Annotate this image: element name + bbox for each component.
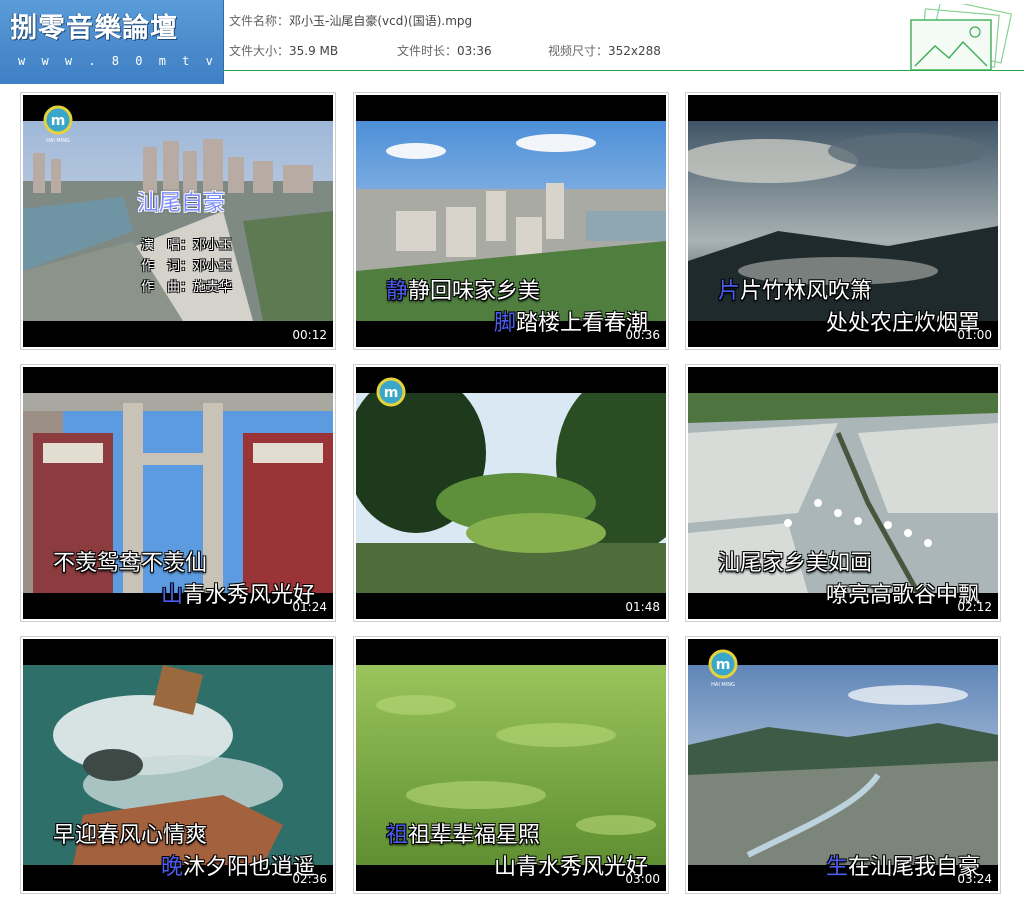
thumbnail-7[interactable]: 早迎春风心情爽 晚沐夕阳也逍遥 02:36 xyxy=(20,636,336,894)
lyric-line-1: 不羡鸳鸯不羡仙 xyxy=(53,545,207,577)
timestamp: 00:12 xyxy=(292,328,327,342)
thumbnail-frame: 早迎春风心情爽 晚沐夕阳也逍遥 02:36 xyxy=(23,639,333,891)
photo-stack-icon xyxy=(910,4,1013,71)
svg-text:m: m xyxy=(716,657,731,673)
lyric-line-1-highlight: 静 xyxy=(386,279,409,304)
lyric-line-1: 汕尾家乡美如画 xyxy=(718,545,872,577)
file-duration-value: 03:36 xyxy=(457,44,492,58)
timestamp: 03:00 xyxy=(625,872,660,886)
lyric-line-1-text: 静回味家乡美 xyxy=(408,279,541,304)
thumbnail-1[interactable]: m HAI MING 汕尾自豪 演 唱：邓小玉 作 词：邓小玉 作 曲：施贵华 … xyxy=(20,92,336,350)
thumbnail-4[interactable]: 不羡鸳鸯不羡仙 山青水秀风光好 01:24 xyxy=(20,364,336,622)
timestamp: 01:00 xyxy=(957,328,992,342)
lyric-line-2-highlight: 山 xyxy=(161,583,184,608)
timestamp: 01:48 xyxy=(625,600,660,614)
header-divider xyxy=(223,70,1024,71)
timestamp: 00:36 xyxy=(625,328,660,342)
file-dimensions-label: 视频尺寸： xyxy=(548,44,609,58)
lyric-line-2-highlight: 生 xyxy=(826,855,849,880)
file-dimensions-value: 352x288 xyxy=(608,44,661,58)
lyric-line-1-text: 不羡鸳鸯不羡仙 xyxy=(53,551,208,576)
lyric-line-1: 静静回味家乡美 xyxy=(386,273,540,305)
file-size-row: 文件大小：35.9 MB xyxy=(229,42,338,59)
file-name-value: 邓小玉-汕尾自豪(vcd)(国语).mpg xyxy=(289,14,473,28)
timestamp: 03:24 xyxy=(957,872,992,886)
channel-logo-text: HAI MING xyxy=(711,682,735,688)
thumbnail-3[interactable]: 片片竹林风吹箫 处处农庄炊烟罩 01:00 xyxy=(685,92,1001,350)
lyric-line-2-highlight: 晚 xyxy=(161,855,184,880)
thumbnail-frame: 静静回味家乡美 脚踏楼上看春潮 00:36 xyxy=(356,95,666,347)
thumbnail-frame: 不羡鸳鸯不羡仙 山青水秀风光好 01:24 xyxy=(23,367,333,619)
timestamp: 02:12 xyxy=(957,600,992,614)
channel-logo-icon: m HAI MING xyxy=(708,649,738,688)
file-name-label: 文件名称： xyxy=(229,14,290,28)
file-size-label: 文件大小： xyxy=(229,44,290,58)
thumbnail-5[interactable]: m 01:48 xyxy=(353,364,669,622)
site-logo: 捌零音樂論壇 w w w . 8 0 m t v . c o m xyxy=(0,0,312,84)
file-duration-label: 文件时长： xyxy=(397,44,458,58)
credit-composer: 作 曲：施贵华 xyxy=(141,280,233,295)
file-duration-row: 文件时长：03:36 xyxy=(397,42,492,59)
header: 捌零音樂論壇 w w w . 8 0 m t v . c o m 文件名称：邓小… xyxy=(0,0,1024,84)
lyric-line-1-highlight: 片 xyxy=(718,279,741,304)
lyric-line-1-highlight: 祖 xyxy=(386,823,409,848)
lyric-line-1: 早迎春风心情爽 xyxy=(53,817,207,849)
lyric-line-2-highlight: 脚 xyxy=(494,311,517,336)
lyric-line-1-text: 祖辈辈福星照 xyxy=(408,823,541,848)
thumbnail-image xyxy=(356,393,666,593)
thumbnail-frame: 片片竹林风吹箫 处处农庄炊烟罩 01:00 xyxy=(688,95,998,347)
thumbnail-frame: 汕尾家乡美如画 嘹亮高歌谷中飘 02:12 xyxy=(688,367,998,619)
svg-text:m: m xyxy=(384,385,399,401)
timestamp: 02:36 xyxy=(292,872,327,886)
site-logo-url: w w w . 8 0 m t v . c o m xyxy=(18,54,312,68)
thumbnail-8[interactable]: 祖祖辈辈福星照 山青水秀风光好 03:00 xyxy=(353,636,669,894)
thumbnail-2[interactable]: 静静回味家乡美 脚踏楼上看春潮 00:36 xyxy=(353,92,669,350)
lyric-line-1-text: 早迎春风心情爽 xyxy=(53,823,208,848)
lyric-line-1-text: 片竹林风吹箫 xyxy=(740,279,873,304)
thumbnail-frame: m HAI MING 生在汕尾我自豪 03:24 xyxy=(688,639,998,891)
svg-text:m: m xyxy=(51,113,66,129)
thumbnail-9[interactable]: m HAI MING 生在汕尾我自豪 03:24 xyxy=(685,636,1001,894)
thumbnail-frame: m 01:48 xyxy=(356,367,666,619)
thumbnail-frame: 祖祖辈辈福星照 山青水秀风光好 03:00 xyxy=(356,639,666,891)
timestamp: 01:24 xyxy=(292,600,327,614)
file-size-value: 35.9 MB xyxy=(289,44,339,58)
lyric-line-1-text: 汕尾家乡美如画 xyxy=(718,551,873,576)
lyric-line-1: 片片竹林风吹箫 xyxy=(718,273,872,305)
lyric-line-1: 祖祖辈辈福星照 xyxy=(386,817,540,849)
credit-lyricist: 作 词：邓小玉 xyxy=(141,259,233,274)
credit-singer: 演 唱：邓小玉 xyxy=(141,238,233,253)
file-dimensions-row: 视频尺寸：352x288 xyxy=(548,42,661,59)
channel-logo-text: HAI MING xyxy=(46,138,70,144)
file-name-row: 文件名称：邓小玉-汕尾自豪(vcd)(国语).mpg xyxy=(229,12,472,29)
song-title: 汕尾自豪 xyxy=(137,191,226,216)
site-logo-name: 捌零音樂論壇 xyxy=(10,13,178,44)
thumbnail-image xyxy=(688,665,998,865)
channel-logo-icon: m xyxy=(376,377,406,407)
thumbnail-frame: m HAI MING 汕尾自豪 演 唱：邓小玉 作 词：邓小玉 作 曲：施贵华 … xyxy=(23,95,333,347)
thumbnail-6[interactable]: 汕尾家乡美如画 嘹亮高歌谷中飘 02:12 xyxy=(685,364,1001,622)
channel-logo-icon: m HAI MING xyxy=(43,105,73,144)
